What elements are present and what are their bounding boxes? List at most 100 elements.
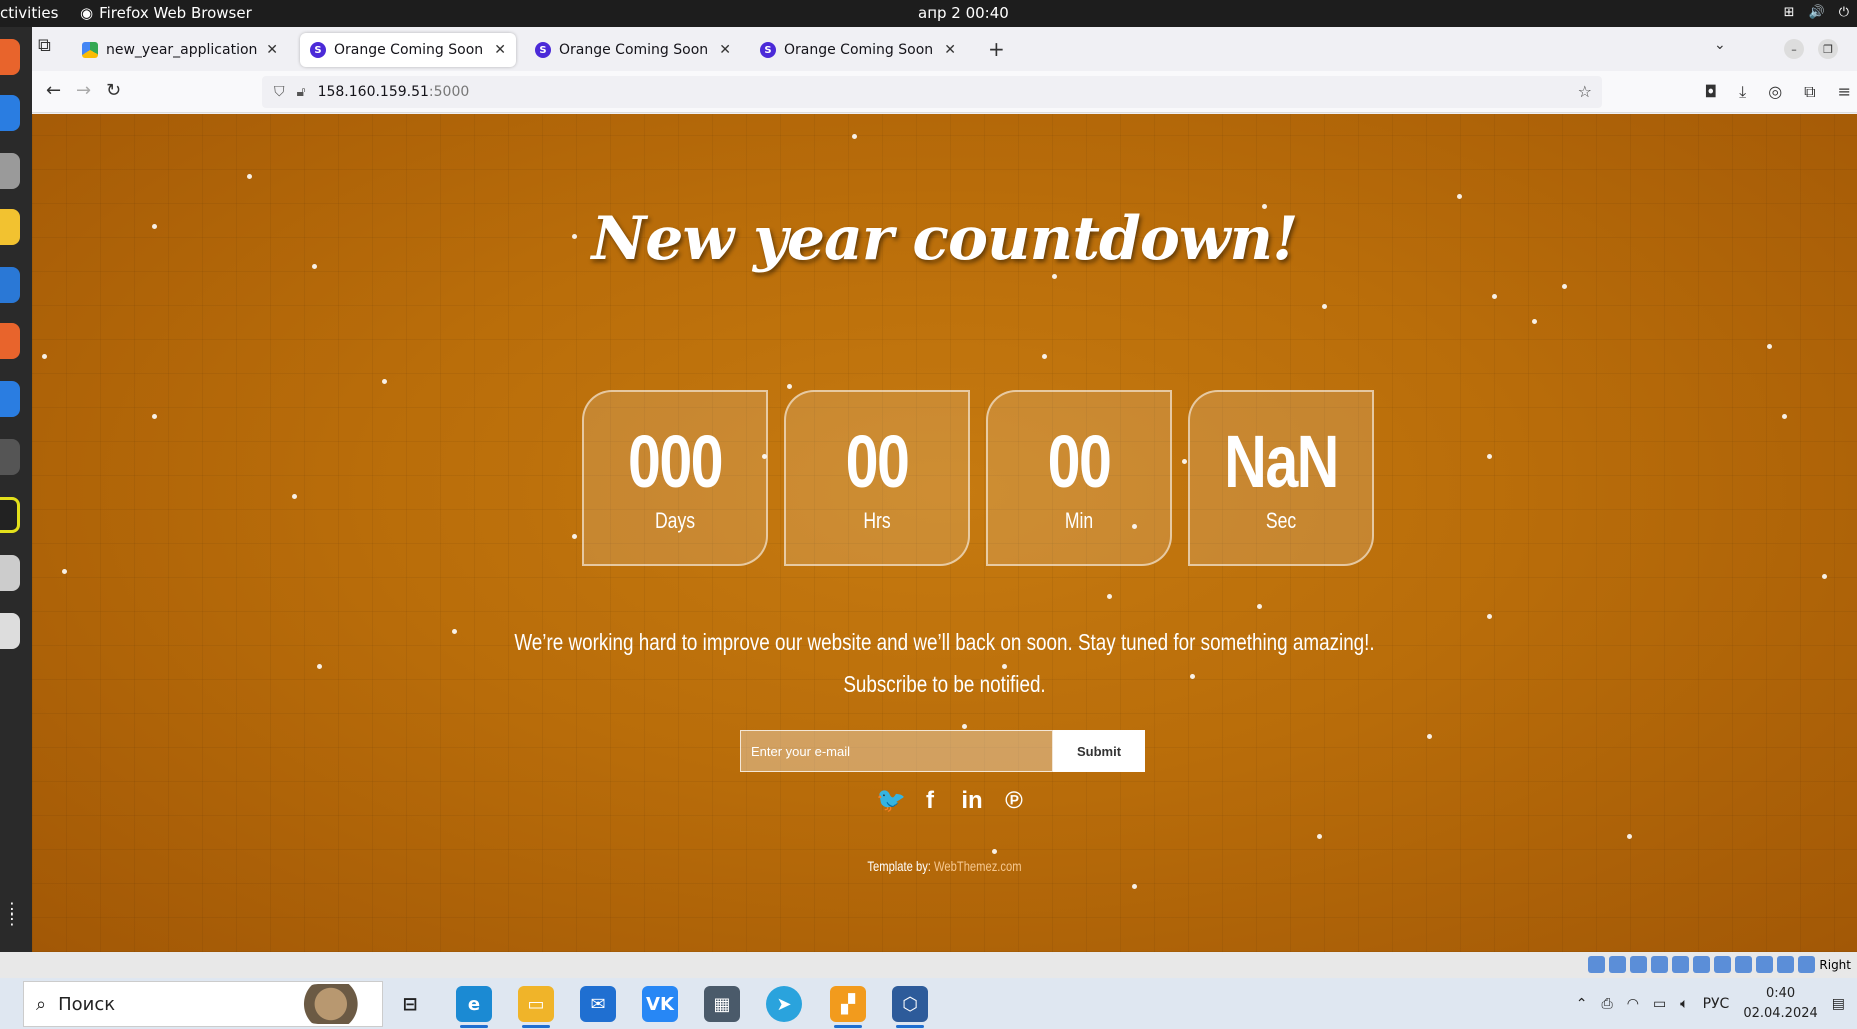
reload-icon[interactable]: ↻ <box>106 80 121 101</box>
taskbar-time: 0:40 <box>1765 985 1796 1001</box>
app-name: Firefox Web Browser <box>99 4 252 22</box>
mail-icon[interactable]: ✉ <box>580 986 616 1022</box>
dock-app-icon[interactable] <box>0 497 20 533</box>
tab-overview-icon[interactable]: ⧉ <box>38 35 51 56</box>
dock-firefox-icon[interactable] <box>0 39 20 75</box>
bookmark-star-icon[interactable]: ☆ <box>1578 82 1592 101</box>
list-all-tabs-icon[interactable]: ⌄ <box>1714 37 1726 53</box>
snowflake <box>152 414 157 419</box>
taskbar-clock[interactable]: 0:40 02.04.2024 <box>1743 984 1817 1024</box>
url-bar[interactable]: ⛉ 🔓︎ 158.160.159.51 :5000 ☆ <box>262 76 1602 108</box>
s-favicon-icon: S <box>760 42 776 58</box>
credit-link[interactable]: WebThemez.com <box>934 858 1022 874</box>
language-indicator[interactable]: РУС <box>1703 996 1730 1012</box>
snowflake <box>42 354 47 359</box>
vbox-status-bar: Right <box>0 952 1857 978</box>
tab-new-year-application[interactable]: new_year_application – G ✕ <box>72 33 288 67</box>
vbox-shared-folder-icon[interactable] <box>1693 956 1711 973</box>
vbox-mouse-icon[interactable] <box>1777 956 1795 973</box>
dock: ⋮ ⋮ <box>0 27 32 952</box>
minimize-icon[interactable]: – <box>1784 39 1804 59</box>
taskbar-search[interactable]: ⌕ Поиск <box>23 981 383 1027</box>
vbox-recording-icon[interactable] <box>1735 956 1753 973</box>
dock-software-icon[interactable] <box>0 323 20 359</box>
snowflake <box>1002 664 1007 669</box>
vbox-status-icons: Right <box>1588 956 1851 973</box>
snowflake <box>1042 354 1047 359</box>
vbox-display-icon[interactable] <box>1714 956 1732 973</box>
pocket-icon[interactable]: ◘ <box>1704 82 1717 102</box>
windows-taskbar: ⌕ Поиск ⊟ e ▭ ✉ VK ▦ ➤ ▞ ⬡ ⌃ ⎙ ◠ ▭ 🔈︎ РУ… <box>0 978 1857 1029</box>
close-tab-icon[interactable]: ✕ <box>266 42 278 58</box>
virtualbox-icon[interactable]: ⬡ <box>892 986 928 1028</box>
tab-orange-coming-soon-active[interactable]: S Orange Coming Soon HTML ✕ <box>300 33 516 67</box>
activities-button[interactable]: ctivities <box>0 4 58 22</box>
telegram-icon[interactable]: ➤ <box>766 986 802 1022</box>
forward-icon[interactable]: → <box>76 80 91 101</box>
submit-button[interactable]: Submit <box>1053 730 1145 772</box>
close-tab-icon[interactable]: ✕ <box>494 42 506 58</box>
vbox-cpu-icon[interactable] <box>1756 956 1774 973</box>
search-highlight-image <box>298 984 380 1024</box>
vbox-keyboard-icon[interactable] <box>1798 956 1816 973</box>
tab-title: Orange Coming Soon HTML <box>784 42 938 58</box>
vbox-hdd-icon[interactable] <box>1588 956 1606 973</box>
tab-title: new_year_application – G <box>106 42 260 58</box>
app-menu[interactable]: ◉ Firefox Web Browser <box>80 4 252 22</box>
dock-disk-icon[interactable] <box>0 555 20 591</box>
vbox-audio-icon[interactable] <box>1630 956 1648 973</box>
s-favicon-icon: S <box>310 42 326 58</box>
dock-rhythmbox-icon[interactable] <box>0 209 20 245</box>
dock-files-icon[interactable] <box>0 153 20 189</box>
dock-trash-icon[interactable] <box>0 613 20 649</box>
vk-icon[interactable]: VK <box>642 986 678 1022</box>
snowflake <box>572 534 577 539</box>
tab-orange-coming-soon-2[interactable]: S Orange Coming Soon HTML ✕ <box>525 33 741 67</box>
menu-icon[interactable]: ≡ <box>1838 82 1851 102</box>
counter-hours-value: 00 <box>845 420 910 503</box>
snowflake <box>852 134 857 139</box>
credit-prefix: Template by: <box>867 858 931 874</box>
dock-writer-icon[interactable] <box>0 267 20 303</box>
email-input[interactable] <box>740 730 1053 772</box>
vbox-optical-icon[interactable] <box>1609 956 1627 973</box>
linkedin-icon[interactable]: in <box>960 787 984 815</box>
snowflake <box>1562 284 1567 289</box>
dock-terminal-icon[interactable] <box>0 439 20 475</box>
dock-help-icon[interactable] <box>0 381 20 417</box>
vbox-usb-icon[interactable] <box>1672 956 1690 973</box>
close-tab-icon[interactable]: ✕ <box>719 42 731 58</box>
new-tab-button[interactable]: + <box>988 37 1005 61</box>
firefox-icon: ◉ <box>80 4 94 22</box>
edge-icon[interactable]: e <box>456 986 492 1028</box>
speaker-icon[interactable]: 🔈︎ <box>1680 996 1688 1012</box>
twitter-icon[interactable]: 🐦 <box>876 786 906 815</box>
extensions-icon[interactable]: ⧉ <box>1804 82 1815 102</box>
chevron-up-icon[interactable]: ⌃ <box>1576 996 1588 1012</box>
putty-icon[interactable]: ▞ <box>830 986 866 1028</box>
wifi-icon[interactable]: ◠ <box>1627 996 1639 1012</box>
file-explorer-icon[interactable]: ▭ <box>518 986 554 1028</box>
shield-icon[interactable]: ⛉ <box>274 84 285 100</box>
notifications-icon[interactable]: ▤ <box>1832 996 1845 1012</box>
battery-icon[interactable]: ▭ <box>1653 996 1666 1012</box>
dock-thunderbird-icon[interactable] <box>0 95 20 131</box>
insecure-lock-icon[interactable]: 🔓︎ <box>297 84 306 100</box>
calculator-icon[interactable]: ▦ <box>704 986 740 1022</box>
top-bar-clock[interactable]: апр 2 00:40 <box>918 4 1009 22</box>
show-apps-icon[interactable]: ⋮ ⋮ <box>4 901 20 927</box>
close-tab-icon[interactable]: ✕ <box>944 42 956 58</box>
tab-orange-coming-soon-3[interactable]: S Orange Coming Soon HTML ✕ <box>750 33 966 67</box>
snowflake <box>1257 604 1262 609</box>
snowflake <box>1492 294 1497 299</box>
restore-icon[interactable]: ❐ <box>1818 39 1838 59</box>
pinterest-icon[interactable]: ℗ <box>1002 787 1026 815</box>
account-icon[interactable]: ◎ <box>1768 82 1782 102</box>
back-icon[interactable]: ← <box>46 80 61 101</box>
facebook-icon[interactable]: f <box>918 787 942 815</box>
system-tray[interactable]: ⊞ 🔊 ⏻ <box>1784 5 1849 20</box>
downloads-icon[interactable]: ⤓ <box>1739 82 1746 102</box>
task-view-icon[interactable]: ⊟ <box>392 986 428 1022</box>
vbox-network-icon[interactable] <box>1651 956 1669 973</box>
devices-icon[interactable]: ⎙ <box>1602 996 1613 1012</box>
